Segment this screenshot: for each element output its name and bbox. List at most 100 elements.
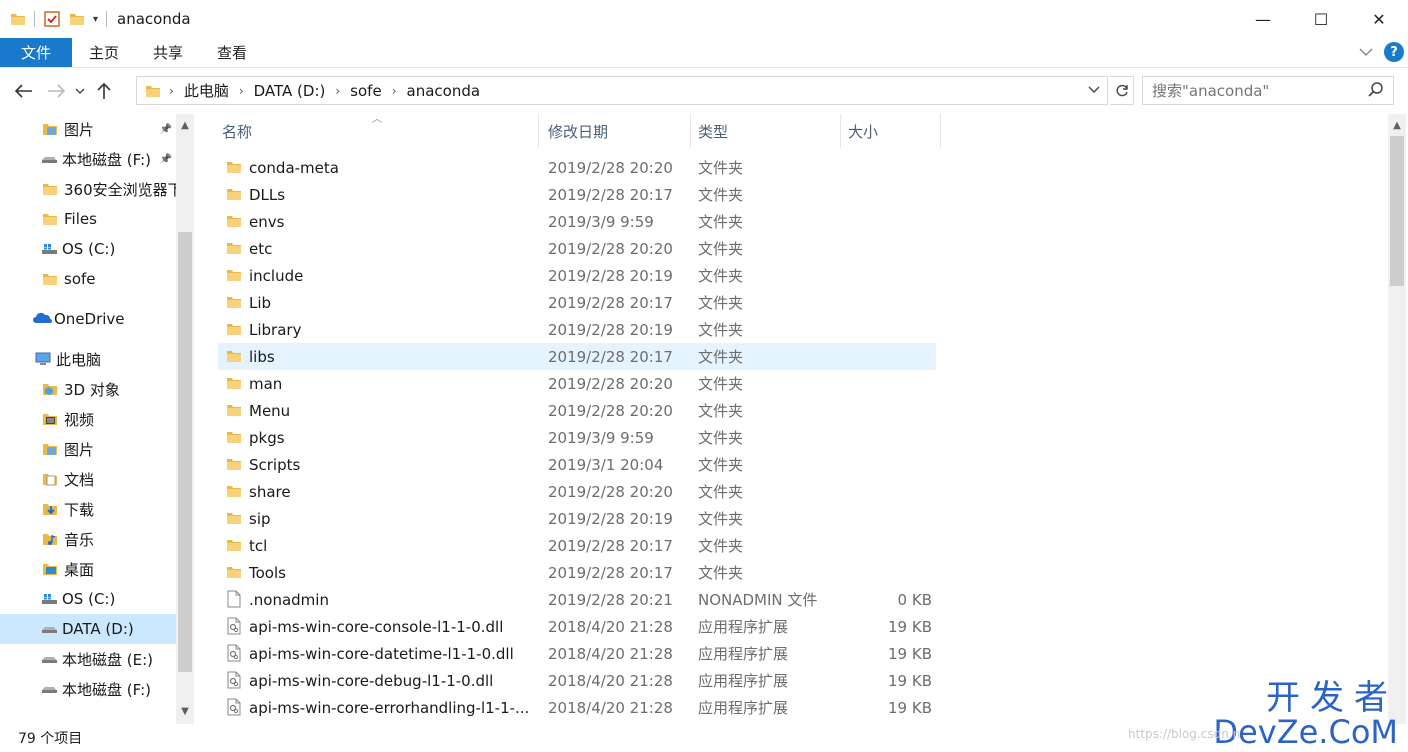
sidebar-item[interactable]: Files: [0, 204, 176, 234]
column-divider[interactable]: [940, 114, 941, 148]
sidebar-item[interactable]: 图片 📌: [0, 114, 176, 144]
breadcrumb-this-pc[interactable]: 此电脑: [184, 80, 229, 101]
file-size: 19 KB: [888, 644, 932, 663]
scrollbar-thumb[interactable]: [178, 232, 192, 672]
customize-qat-dropdown-icon[interactable]: ▾: [93, 14, 98, 25]
scroll-down-icon[interactable]: ▼: [176, 702, 194, 720]
sidebar-item[interactable]: 桌面: [0, 554, 176, 584]
file-name: Library: [249, 320, 302, 339]
sidebar-item[interactable]: OneDrive: [0, 304, 176, 334]
file-row[interactable]: sip 2019/2/28 20:19 文件夹: [218, 505, 936, 532]
sidebar-item[interactable]: 360安全浏览器下: [0, 174, 176, 204]
dll-file-icon: [226, 617, 242, 639]
search-input[interactable]: [1152, 81, 1362, 100]
dll-file-icon: [226, 698, 242, 720]
refresh-button[interactable]: [1110, 76, 1134, 105]
file-row[interactable]: .nonadmin 2019/2/28 20:21 NONADMIN 文件 0 KB: [218, 586, 936, 613]
sidebar-item[interactable]: 下载: [0, 494, 176, 524]
sidebar-item[interactable]: 图片: [0, 434, 176, 464]
tab-view[interactable]: 查看: [200, 38, 264, 67]
file-name: sip: [249, 509, 271, 528]
sidebar-item[interactable]: OS (C:): [0, 234, 176, 264]
sidebar-item[interactable]: 本地磁盘 (F:): [0, 674, 176, 704]
column-header-name[interactable]: 名称: [218, 114, 538, 148]
file-row[interactable]: etc 2019/2/28 20:20 文件夹: [218, 235, 936, 262]
pin-icon[interactable]: 📌: [160, 124, 172, 135]
scroll-up-icon[interactable]: ▲: [1388, 116, 1406, 134]
sidebar-item[interactable]: 3D 对象: [0, 374, 176, 404]
navigation-scrollbar[interactable]: ▲ ▼: [176, 114, 194, 724]
sidebar-item[interactable]: 视频: [0, 404, 176, 434]
recent-locations-button[interactable]: [72, 76, 88, 106]
breadcrumb-sofe[interactable]: sofe: [350, 82, 382, 100]
column-divider[interactable]: [840, 114, 841, 148]
file-row[interactable]: Lib 2019/2/28 20:17 文件夹: [218, 289, 936, 316]
chevron-right-icon[interactable]: ›: [392, 84, 397, 98]
column-header-size[interactable]: 大小: [844, 114, 940, 148]
file-row[interactable]: libs 2019/2/28 20:17 文件夹: [218, 343, 936, 370]
search-icon[interactable]: [1367, 81, 1385, 99]
file-row[interactable]: Tools 2019/2/28 20:17 文件夹: [218, 559, 936, 586]
chevron-right-icon[interactable]: ›: [169, 84, 174, 98]
scrollbar-thumb[interactable]: [1390, 136, 1404, 286]
sidebar-item[interactable]: 本地磁盘 (F:) 📌: [0, 144, 176, 174]
close-button[interactable]: ✕: [1350, 0, 1408, 38]
file-row[interactable]: man 2019/2/28 20:20 文件夹: [218, 370, 936, 397]
tab-share[interactable]: 共享: [136, 38, 200, 67]
file-list-scrollbar[interactable]: ▲: [1388, 114, 1406, 724]
chevron-right-icon[interactable]: ›: [239, 84, 244, 98]
file-row[interactable]: pkgs 2019/3/9 9:59 文件夹: [218, 424, 936, 451]
folder-icon: [226, 456, 242, 476]
file-date: 2019/2/28 20:20: [548, 239, 673, 258]
breadcrumb-data-drive[interactable]: DATA (D:): [254, 82, 326, 100]
sidebar-item[interactable]: 音乐: [0, 524, 176, 554]
column-header-type[interactable]: 类型: [694, 114, 840, 148]
tab-file[interactable]: 文件: [0, 38, 72, 67]
file-row[interactable]: tcl 2019/2/28 20:17 文件夹: [218, 532, 936, 559]
file-row[interactable]: api-ms-win-core-errorhandling-l1-1-... 20…: [218, 694, 936, 721]
maximize-button[interactable]: ☐: [1292, 0, 1350, 38]
file-type: 应用程序扩展: [698, 699, 789, 717]
properties-icon[interactable]: [43, 10, 61, 28]
search-box[interactable]: [1142, 76, 1394, 105]
file-row[interactable]: Menu 2019/2/28 20:20 文件夹: [218, 397, 936, 424]
column-header-date[interactable]: 修改日期: [544, 114, 690, 148]
file-row[interactable]: share 2019/2/28 20:20 文件夹: [218, 478, 936, 505]
file-row[interactable]: Library 2019/2/28 20:19 文件夹: [218, 316, 936, 343]
file-row[interactable]: api-ms-win-core-debug-l1-1-0.dll 2018/4/2…: [218, 667, 936, 694]
file-row[interactable]: Scripts 2019/3/1 20:04 文件夹: [218, 451, 936, 478]
file-date: 2019/2/28 20:20: [548, 158, 673, 177]
sidebar-item[interactable]: DATA (D:): [0, 614, 176, 644]
scroll-up-icon[interactable]: ▲: [176, 116, 194, 134]
new-folder-icon[interactable]: [69, 11, 85, 27]
address-history-dropdown-icon[interactable]: [1087, 82, 1101, 98]
chevron-right-icon[interactable]: ›: [335, 84, 340, 98]
breadcrumb-anaconda[interactable]: anaconda: [407, 82, 481, 100]
sidebar-item[interactable]: sofe: [0, 264, 176, 294]
column-divider[interactable]: [538, 114, 539, 148]
file-row[interactable]: conda-meta 2019/2/28 20:20 文件夹: [218, 154, 936, 181]
forward-button[interactable]: [40, 76, 72, 106]
file-row[interactable]: api-ms-win-core-datetime-l1-1-0.dll 2018/…: [218, 640, 936, 667]
qat-separator: [106, 11, 108, 27]
sidebar-item[interactable]: 此电脑: [0, 344, 176, 374]
file-row[interactable]: api-ms-win-core-console-l1-1-0.dll 2018/4…: [218, 613, 936, 640]
back-button[interactable]: [8, 76, 40, 106]
sidebar-item[interactable]: 本地磁盘 (E:): [0, 644, 176, 674]
column-divider[interactable]: [690, 114, 691, 148]
file-type: 文件夹: [698, 321, 744, 339]
pin-icon[interactable]: 📌: [160, 154, 172, 165]
address-bar[interactable]: › 此电脑 › DATA (D:) › sofe › anaconda: [136, 76, 1108, 105]
file-row[interactable]: envs 2019/3/9 9:59 文件夹: [218, 208, 936, 235]
sidebar-item[interactable]: 文档: [0, 464, 176, 494]
up-button[interactable]: [88, 76, 120, 106]
documents-icon: [42, 471, 58, 487]
expand-ribbon-icon[interactable]: [1358, 46, 1374, 58]
sidebar-item[interactable]: OS (C:): [0, 584, 176, 614]
tab-home[interactable]: 主页: [72, 38, 136, 67]
file-row[interactable]: include 2019/2/28 20:19 文件夹: [218, 262, 936, 289]
file-date: 2019/2/28 20:20: [548, 374, 673, 393]
minimize-button[interactable]: —: [1234, 0, 1292, 38]
file-row[interactable]: DLLs 2019/2/28 20:17 文件夹: [218, 181, 936, 208]
help-icon[interactable]: ?: [1384, 42, 1404, 62]
